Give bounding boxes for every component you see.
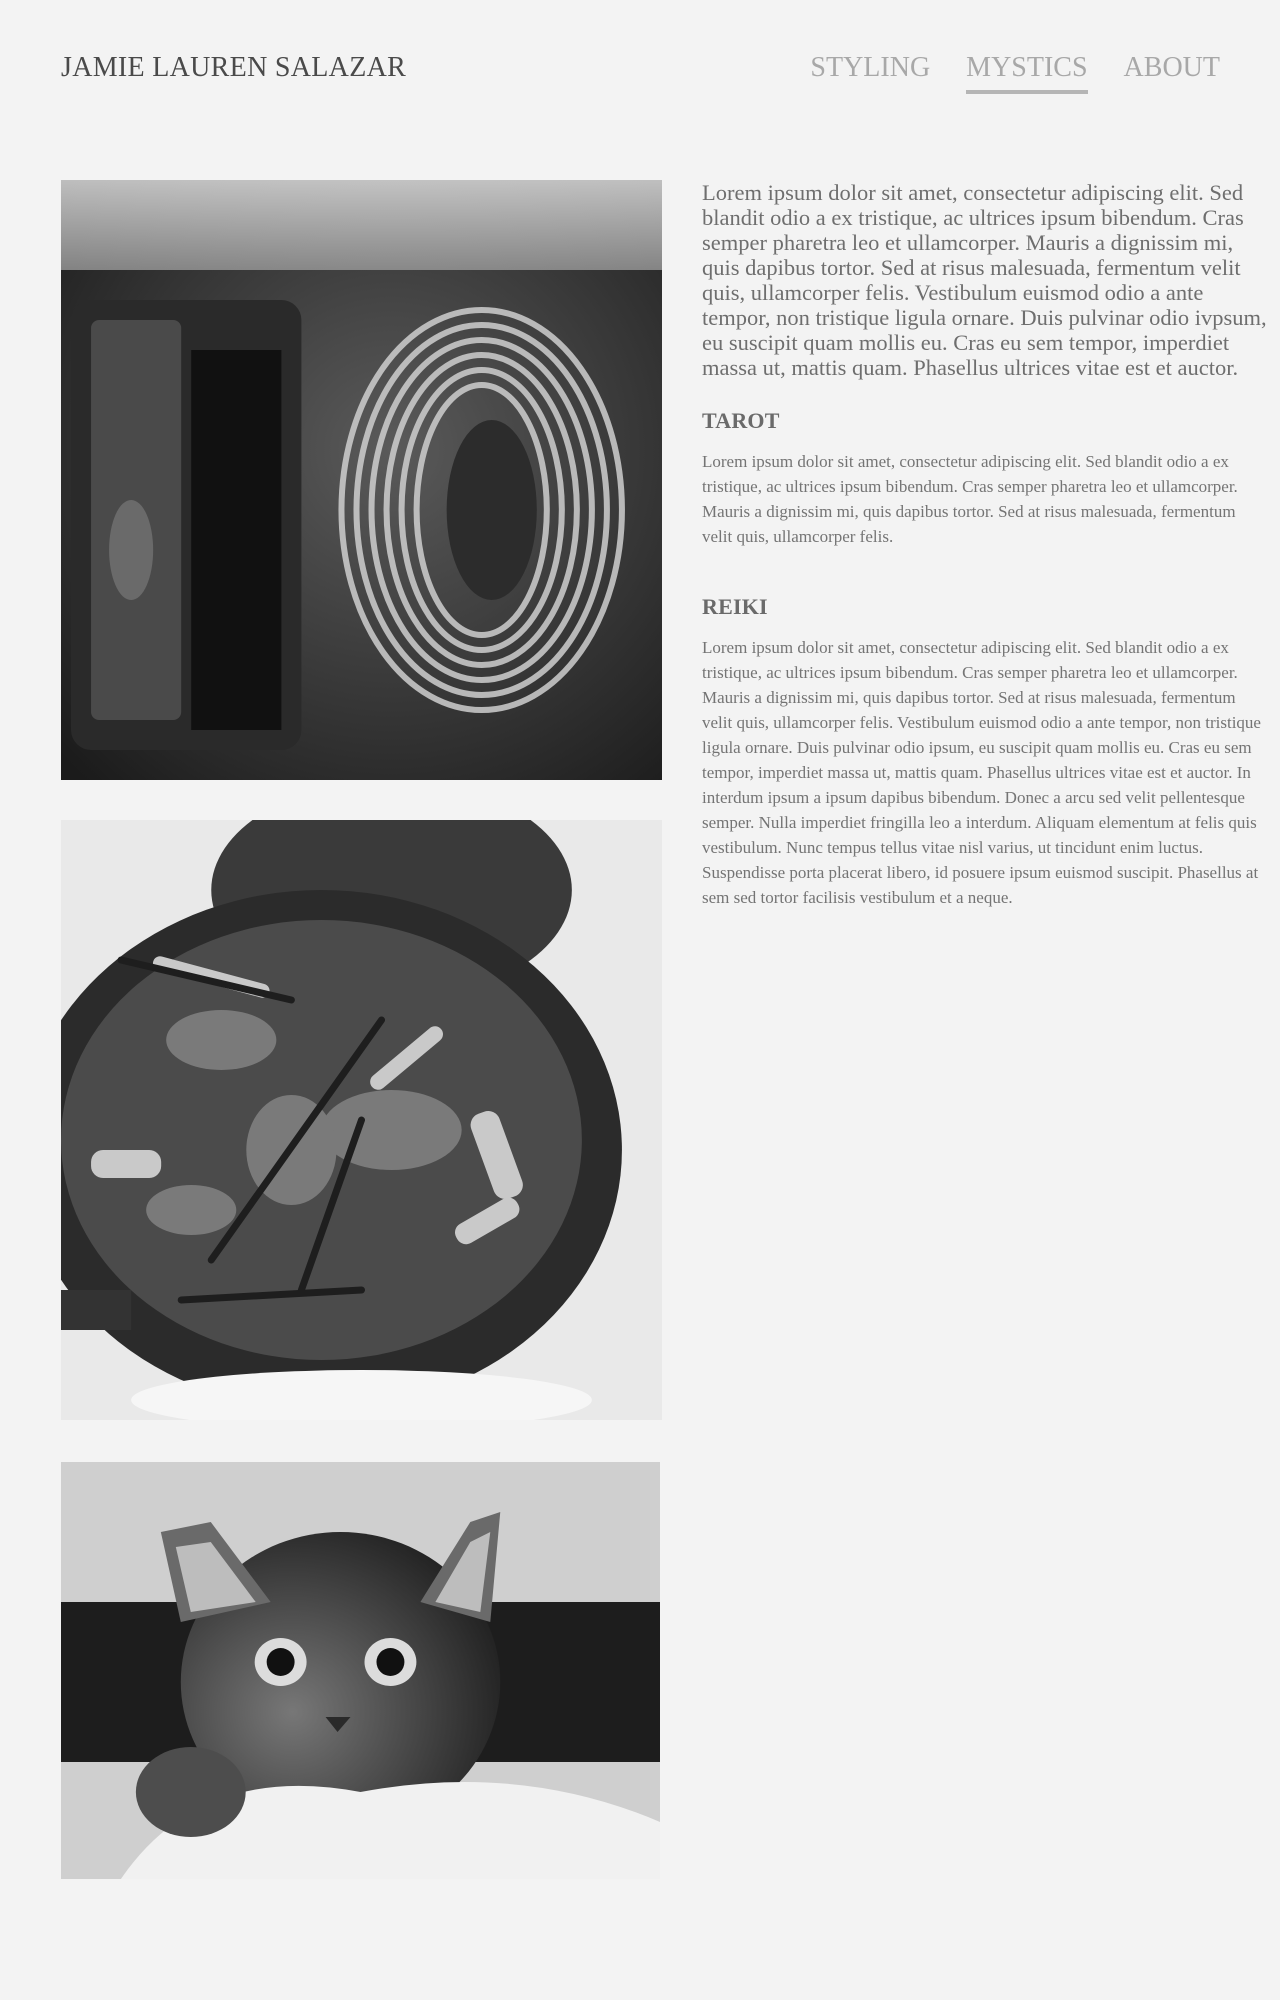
- site-title[interactable]: JAMIE LAUREN SALAZAR: [61, 52, 406, 84]
- main-nav: STYLING MYSTICS ABOUT: [810, 52, 1220, 94]
- food-skillet-photo: [61, 820, 662, 1420]
- reiki-paragraph: Lorem ipsum dolor sit amet, consectetur …: [702, 638, 1261, 907]
- nav-styling[interactable]: STYLING: [810, 52, 930, 94]
- tarot-paragraph: Lorem ipsum dolor sit amet, consectetur …: [702, 452, 1238, 546]
- nav-mystics[interactable]: MYSTICS: [966, 52, 1088, 94]
- kitten-photo: [61, 1462, 660, 1879]
- intro-paragraph: Lorem ipsum dolor sit amet, consectetur …: [702, 180, 1267, 380]
- coil-inductor-photo: [61, 180, 662, 780]
- nav-about[interactable]: ABOUT: [1124, 52, 1220, 94]
- mystics-content: Lorem ipsum dolor sit amet, consectetur …: [702, 180, 1267, 910]
- reiki-heading: REIKI: [702, 594, 768, 619]
- tarot-heading: TAROT: [702, 408, 780, 433]
